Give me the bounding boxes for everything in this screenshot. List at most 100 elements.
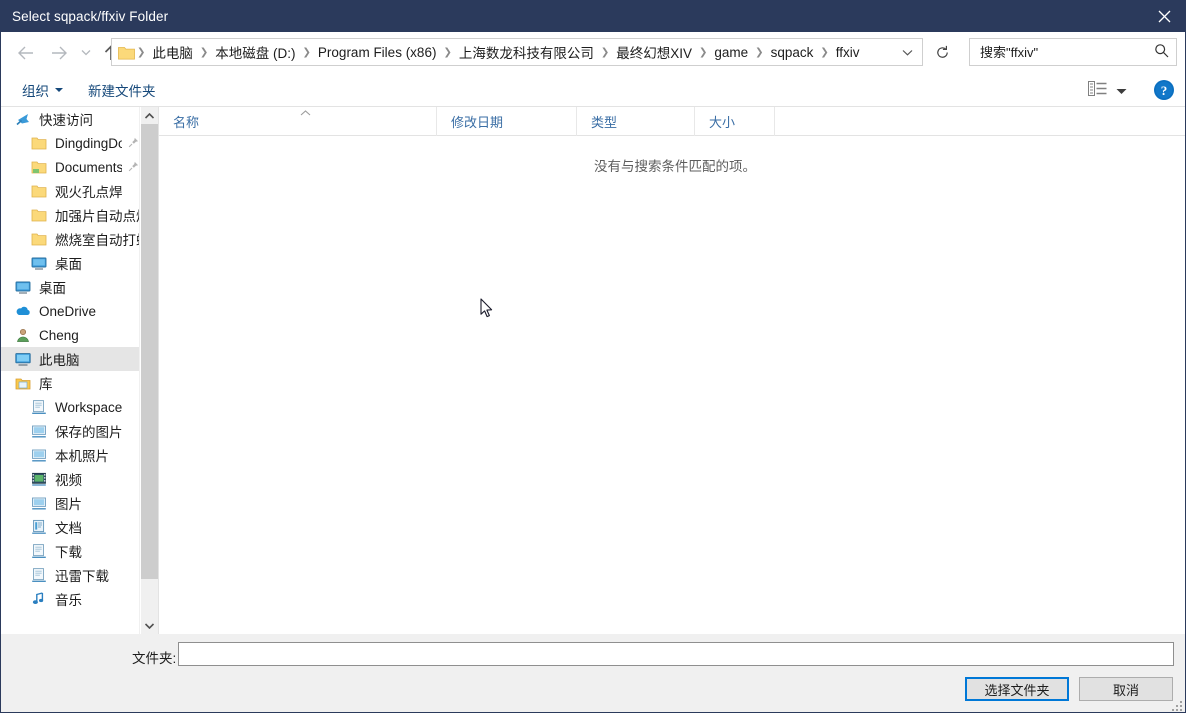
- sidebar-item-15[interactable]: 视频: [1, 467, 139, 491]
- sidebar-item-1[interactable]: DingdingDo: [1, 131, 139, 155]
- breadcrumb-item-1[interactable]: 本地磁盘 (D:): [209, 40, 301, 64]
- view-options-button[interactable]: [1080, 73, 1135, 107]
- address-bar[interactable]: ❯ 此电脑 ❯ 本地磁盘 (D:) ❯ Program Files (x86) …: [111, 38, 923, 66]
- sidebar-item-label: 桌面: [55, 257, 82, 272]
- search-box[interactable]: [969, 38, 1177, 66]
- breadcrumb-item-2[interactable]: Program Files (x86): [312, 43, 443, 62]
- scrollbar-thumb[interactable]: [141, 124, 158, 579]
- breadcrumb-item-7[interactable]: ffxiv: [830, 43, 866, 62]
- user-account-icon: [15, 327, 31, 343]
- onedrive-cloud-icon: [15, 303, 31, 319]
- library-item-icon: [31, 567, 47, 583]
- chevron-down-icon[interactable]: [141, 617, 158, 634]
- quick-access-star-icon: [15, 111, 31, 127]
- column-header-size[interactable]: 大小: [695, 107, 775, 136]
- cancel-button[interactable]: 取消: [1079, 677, 1173, 701]
- select-folder-button[interactable]: 选择文件夹: [965, 677, 1069, 701]
- sidebar-item-2[interactable]: Documents: [1, 155, 139, 179]
- library-item-icon: [31, 543, 47, 559]
- sidebar-item-16[interactable]: 图片: [1, 491, 139, 515]
- sidebar-item-label: Cheng: [39, 327, 79, 343]
- breadcrumb-separator: ❯: [199, 46, 209, 58]
- chevron-down-icon[interactable]: [76, 38, 96, 68]
- svg-text:?: ?: [1161, 83, 1168, 98]
- chevron-down-icon[interactable]: [896, 39, 918, 65]
- arrow-left-icon[interactable]: [8, 38, 42, 68]
- column-header-type[interactable]: 类型: [577, 107, 695, 136]
- search-input[interactable]: [978, 43, 1138, 61]
- command-bar: 组织 新建文件夹 ?: [1, 73, 1185, 107]
- desktop-icon: [31, 255, 47, 271]
- sidebar-item-label: 音乐: [55, 593, 82, 608]
- search-icon[interactable]: [1154, 43, 1169, 61]
- organize-button[interactable]: 组织: [13, 73, 72, 107]
- breadcrumb-item-0[interactable]: 此电脑: [146, 40, 199, 64]
- breadcrumb-item-5[interactable]: game: [708, 43, 754, 62]
- sidebar-item-19[interactable]: 迅雷下载: [1, 563, 139, 587]
- new-folder-button[interactable]: 新建文件夹: [79, 73, 165, 107]
- sidebar-item-8[interactable]: OneDrive: [1, 299, 139, 323]
- sidebar-item-20[interactable]: 音乐: [1, 587, 139, 611]
- sidebar-scrollbar[interactable]: [140, 107, 158, 634]
- pin-icon[interactable]: [128, 136, 139, 151]
- column-header-name-label: 名称: [173, 115, 200, 130]
- library-documents-icon: [31, 519, 47, 535]
- sidebar-item-label: 下载: [55, 545, 82, 560]
- sort-ascending-caret-icon: [300, 108, 311, 118]
- chevron-down-icon: [55, 88, 63, 92]
- navigation-tree[interactable]: 快速访问 DingdingDo Documents 观火孔点焊加强片自动点焊燃烧室自动…: [1, 107, 139, 634]
- sidebar-item-label: 此电脑: [39, 353, 80, 368]
- sidebar-item-9[interactable]: Cheng: [1, 323, 139, 347]
- title-bar: Select sqpack/ffxiv Folder: [1, 1, 1185, 32]
- organize-label: 组织: [22, 84, 49, 99]
- library-pictures-icon: [31, 423, 47, 439]
- refresh-icon[interactable]: [926, 38, 958, 66]
- sidebar-item-12[interactable]: Workspace: [1, 395, 139, 419]
- resize-grip[interactable]: [1172, 699, 1184, 711]
- folder-icon: [31, 135, 47, 151]
- pin-icon[interactable]: [128, 160, 139, 175]
- folder-picker-dialog: Select sqpack/ffxiv Folder ❯ 此电脑 ❯ 本地磁盘 …: [0, 0, 1186, 713]
- empty-list-message: 没有与搜索条件匹配的项。: [594, 159, 756, 174]
- sidebar-item-3[interactable]: 观火孔点焊: [1, 179, 139, 203]
- sidebar-item-17[interactable]: 文档: [1, 515, 139, 539]
- sidebar-item-label: 文档: [55, 521, 82, 536]
- breadcrumb-item-6[interactable]: sqpack: [765, 43, 820, 62]
- sidebar-item-10[interactable]: 此电脑: [1, 347, 139, 371]
- sidebar-item-label: 燃烧室自动打螺: [55, 233, 139, 248]
- sidebar-item-label: 加强片自动点焊: [55, 209, 139, 224]
- breadcrumb-item-3[interactable]: 上海数龙科技有限公司: [453, 40, 600, 64]
- sidebar-item-label: DingdingDo: [55, 135, 122, 151]
- sidebar-item-0[interactable]: 快速访问: [1, 107, 139, 131]
- sidebar-item-11[interactable]: 库: [1, 371, 139, 395]
- sidebar-item-18[interactable]: 下载: [1, 539, 139, 563]
- folder-icon: [31, 231, 47, 247]
- close-icon[interactable]: [1141, 1, 1185, 32]
- column-header-type-label: 类型: [591, 115, 618, 130]
- breadcrumb-separator: ❯: [600, 46, 610, 58]
- sidebar-item-label: 库: [39, 377, 53, 392]
- folder-field-label: 文件夹:: [132, 651, 177, 666]
- sidebar-item-4[interactable]: 加强片自动点焊: [1, 203, 139, 227]
- sidebar-item-label: 图片: [55, 497, 82, 512]
- help-icon[interactable]: ?: [1153, 79, 1175, 101]
- sidebar-item-6[interactable]: 桌面: [1, 251, 139, 275]
- column-header-date[interactable]: 修改日期: [437, 107, 577, 136]
- breadcrumb-separator: ❯: [820, 46, 829, 58]
- breadcrumb-separator: ❯: [302, 46, 311, 58]
- library-pictures-icon: [31, 495, 47, 511]
- column-header-row: 名称 修改日期 类型 大小: [159, 107, 1185, 136]
- sidebar-item-7[interactable]: 桌面: [1, 275, 139, 299]
- sidebar-item-label: OneDrive: [39, 303, 97, 319]
- breadcrumb-item-4[interactable]: 最终幻想XIV: [610, 40, 698, 64]
- column-header-name[interactable]: 名称: [159, 107, 437, 136]
- folder-path-input[interactable]: [178, 642, 1174, 666]
- chevron-up-icon[interactable]: [141, 107, 158, 124]
- sidebar-item-13[interactable]: 保存的图片: [1, 419, 139, 443]
- breadcrumb-separator: ❯: [755, 46, 764, 58]
- sidebar-item-5[interactable]: 燃烧室自动打螺: [1, 227, 139, 251]
- sidebar-item-14[interactable]: 本机照片: [1, 443, 139, 467]
- arrow-right-icon[interactable]: [42, 38, 76, 68]
- sidebar-item-label: 视频: [55, 473, 82, 488]
- new-folder-label: 新建文件夹: [88, 84, 156, 99]
